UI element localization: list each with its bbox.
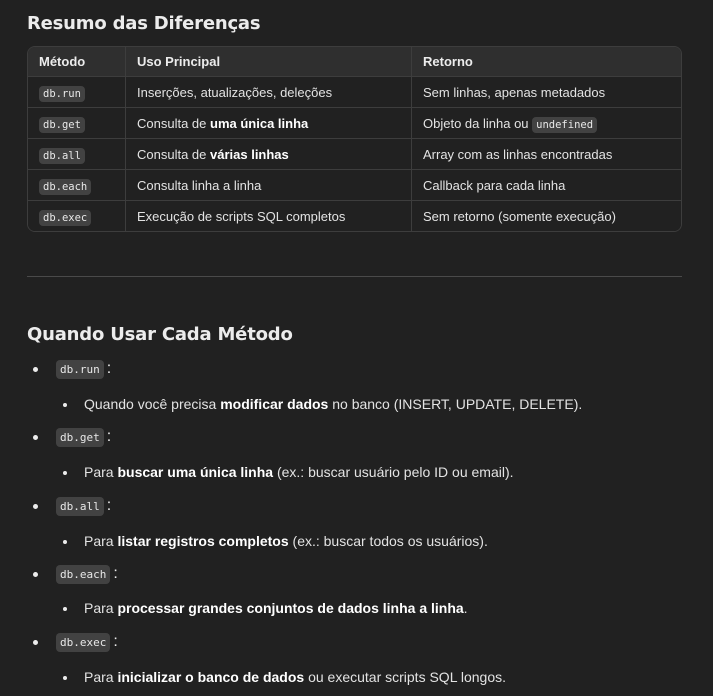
cell-return: Callback para cada linha (411, 169, 681, 201)
section-divider (27, 276, 682, 277)
desc-text: Para (84, 669, 118, 685)
cell-use: Consulta de uma única linha (125, 107, 412, 139)
cell-use: Consulta linha a linha (125, 169, 412, 201)
list-item-method: db.all: (56, 497, 112, 516)
list-item-method: db.each: (56, 565, 118, 584)
cell-method: db.get (28, 107, 126, 139)
colon: : (113, 633, 118, 650)
list-item-description: Para buscar uma única linha (ex.: buscar… (84, 464, 514, 480)
colon: : (106, 360, 112, 377)
use-text: Consulta de (137, 146, 210, 162)
return-text: Array com as linhas encontradas (423, 146, 613, 162)
bullet-dot (33, 435, 38, 440)
cell-return: Sem linhas, apenas metadados (411, 76, 681, 108)
method-code: db.get (56, 428, 104, 447)
desc-bold: modificar dados (220, 396, 329, 412)
desc-text: Para (84, 533, 118, 549)
table-row: db.exec Execução de scripts SQL completo… (28, 200, 681, 231)
return-text: Callback para cada linha (423, 177, 566, 193)
bullet-dot (33, 572, 38, 577)
list-item-description: Quando você precisa modificar dados no b… (84, 396, 582, 412)
sub-bullet-dot (63, 471, 67, 475)
cell-method: db.run (28, 76, 126, 108)
cell-return: Objeto da linha ou undefined (411, 107, 681, 139)
list-item-description: Para processar grandes conjuntos de dado… (84, 600, 468, 616)
use-bold-text: uma única linha (210, 115, 309, 131)
method-code: db.each (39, 178, 92, 195)
desc-text: (ex.: buscar usuário pelo ID ou email). (273, 464, 514, 480)
cell-method: db.exec (28, 200, 126, 231)
bullet-dot (33, 640, 38, 645)
return-code: undefined (532, 116, 598, 133)
desc-bold: listar registros completos (117, 533, 289, 549)
header-return: Retorno (411, 47, 681, 77)
sub-bullet-dot (63, 403, 67, 407)
cell-method: db.all (28, 138, 126, 170)
cell-return: Sem retorno (somente execução) (411, 200, 681, 231)
desc-bold: buscar uma única linha (117, 464, 274, 480)
header-use: Uso Principal (125, 47, 412, 77)
table-row: db.run Inserções, atualizações, deleções… (28, 76, 681, 108)
use-text: Inserções, atualizações, deleções (137, 84, 333, 100)
sub-bullet-dot (63, 540, 67, 544)
method-code: db.each (56, 565, 111, 584)
use-text: Consulta de (137, 115, 210, 131)
method-code: db.run (39, 85, 85, 102)
cell-method: db.each (28, 169, 126, 201)
colon: : (113, 565, 118, 582)
desc-text: Para (84, 464, 118, 480)
table-row: db.all Consulta de várias linhas Array c… (28, 138, 681, 170)
method-code: db.exec (56, 633, 111, 652)
sub-bullet-dot (63, 676, 67, 680)
colon: : (106, 428, 112, 445)
cell-use: Execução de scripts SQL completos (125, 200, 412, 231)
desc-bold: processar grandes conjuntos de dados lin… (117, 600, 464, 616)
list-item-description: Para listar registros completos (ex.: bu… (84, 533, 488, 549)
table-row: db.get Consulta de uma única linha Objet… (28, 107, 681, 139)
use-bold-text: várias linhas (210, 146, 289, 162)
method-code: db.get (39, 116, 85, 133)
method-code: db.all (56, 497, 104, 516)
table-header-row: Método Uso Principal Retorno (28, 47, 681, 77)
return-text: Sem retorno (somente execução) (423, 208, 616, 224)
desc-text: Quando você precisa (84, 396, 221, 412)
summary-heading: Resumo das Diferenças (27, 13, 261, 34)
sub-bullet-dot (63, 607, 67, 611)
cell-use: Inserções, atualizações, deleções (125, 76, 412, 108)
bullet-dot (33, 367, 38, 372)
colon: : (106, 497, 112, 514)
bullet-dot (33, 504, 38, 509)
header-method: Método (28, 47, 126, 77)
desc-text: (ex.: buscar todos os usuários). (288, 533, 488, 549)
use-text: Execução de scripts SQL completos (137, 208, 346, 224)
list-item-description: Para inicializar o banco de dados ou exe… (84, 669, 506, 685)
return-text: Sem linhas, apenas metadados (423, 84, 606, 100)
list-item-method: db.run: (56, 360, 112, 379)
method-code: db.all (39, 147, 85, 164)
use-text: Consulta linha a linha (137, 177, 262, 193)
return-text: Objeto da linha ou (423, 115, 533, 131)
method-code: db.exec (39, 209, 92, 226)
list-item-method: db.exec: (56, 633, 118, 652)
desc-text: no banco (INSERT, UPDATE, DELETE). (328, 396, 583, 412)
desc-text: . (463, 600, 468, 616)
table-row: db.each Consulta linha a linha Callback … (28, 169, 681, 201)
summary-table: Método Uso Principal Retorno db.run Inse… (27, 46, 682, 232)
cell-use: Consulta de várias linhas (125, 138, 412, 170)
desc-text: Para (84, 600, 118, 616)
when-heading: Quando Usar Cada Método (27, 324, 293, 345)
cell-return: Array com as linhas encontradas (411, 138, 681, 170)
list-item-method: db.get: (56, 428, 112, 447)
desc-bold: inicializar o banco de dados (117, 669, 305, 685)
method-code: db.run (56, 360, 104, 379)
desc-text: ou executar scripts SQL longos. (304, 669, 506, 685)
